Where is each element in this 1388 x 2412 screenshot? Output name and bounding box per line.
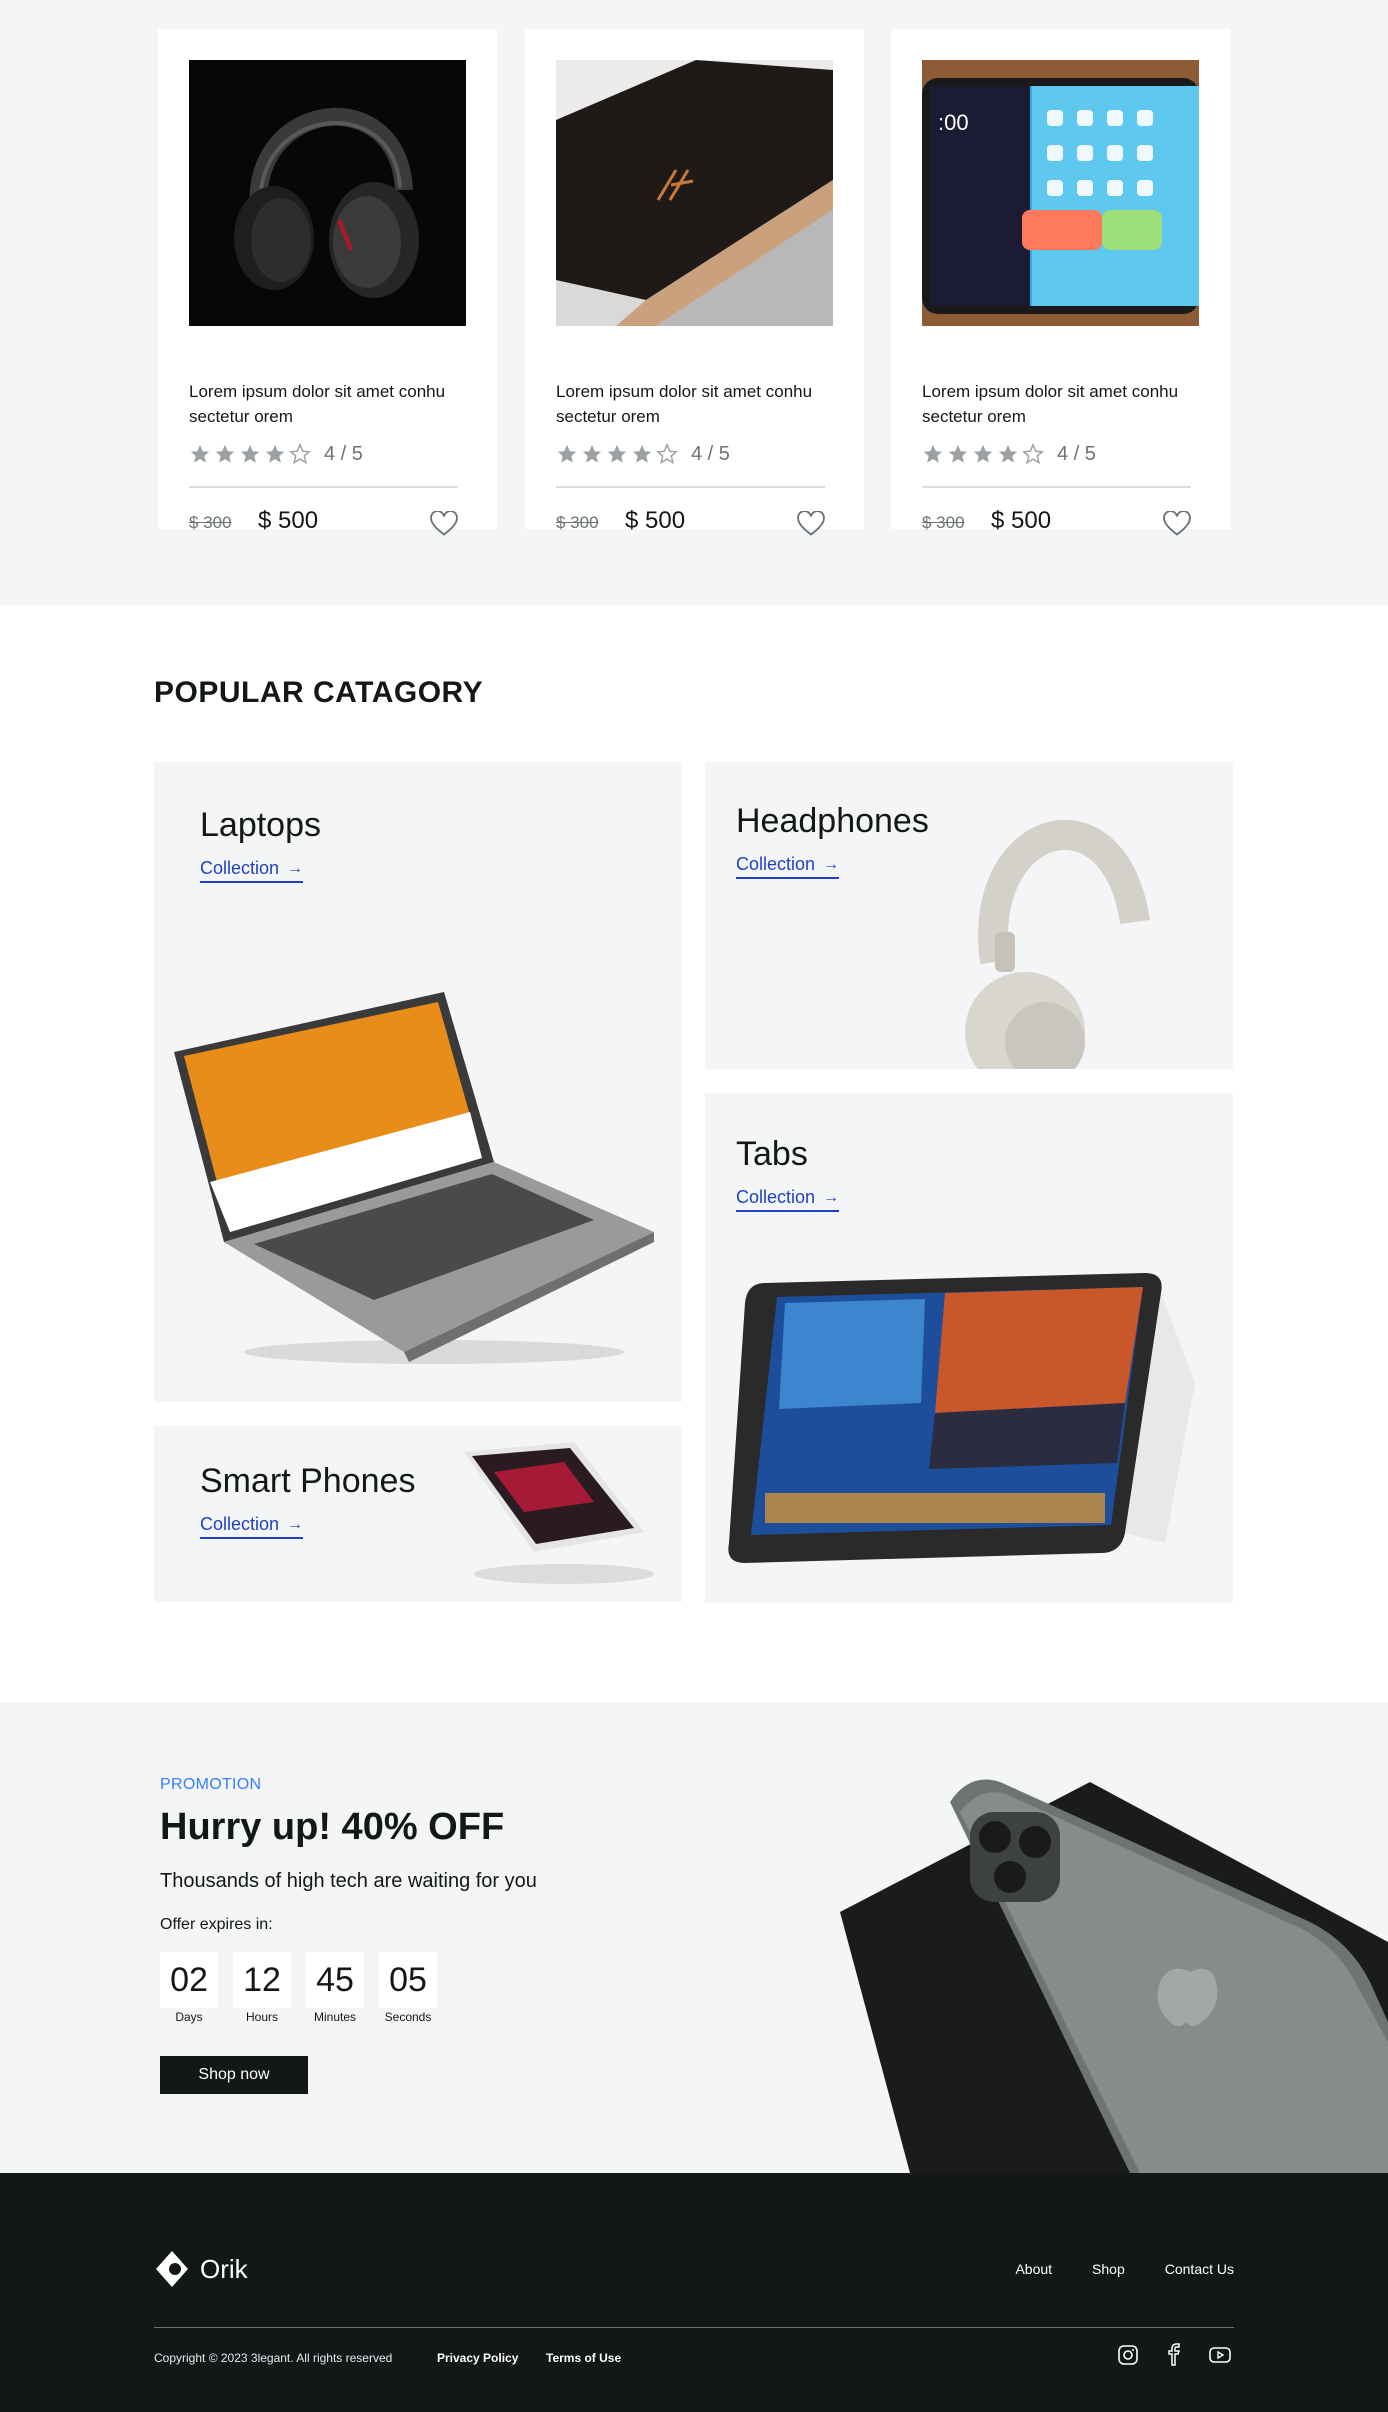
- new-price: $ 500: [258, 507, 319, 534]
- star-empty-icon: [656, 443, 678, 465]
- product-image-headphones[interactable]: [189, 60, 466, 326]
- product-title[interactable]: Lorem ipsum dolor sit amet conhu sectetu…: [556, 379, 833, 429]
- card-divider: [189, 486, 458, 488]
- old-price: $ 300: [922, 513, 965, 532]
- iphone-image: [840, 1779, 1388, 2173]
- products-section: Lorem ipsum dolor sit amet conhu sectetu…: [0, 0, 1388, 605]
- privacy-policy-link[interactable]: Privacy Policy: [437, 2351, 518, 2365]
- heart-icon[interactable]: [797, 511, 825, 537]
- headphones-image: [965, 819, 1150, 1069]
- countdown-hours: 12: [233, 1952, 291, 2008]
- category-name: Headphones: [736, 802, 929, 840]
- product-title[interactable]: Lorem ipsum dolor sit amet conhu sectetu…: [922, 379, 1199, 429]
- star-empty-icon: [289, 443, 311, 465]
- collection-link-label: Collection: [200, 858, 280, 878]
- star-filled-icon: [582, 444, 602, 463]
- arrow-right-icon: →: [823, 855, 840, 873]
- old-price: $ 300: [189, 513, 232, 532]
- star-filled-icon: [265, 444, 285, 463]
- countdown-minutes-label: Minutes: [313, 2010, 357, 2024]
- heart-icon[interactable]: [1163, 511, 1191, 537]
- countdown-minutes: 45: [306, 1952, 364, 2008]
- collection-link-label: Collection: [736, 1187, 816, 1207]
- category-tile-tabs[interactable]: Tabs Collection →: [705, 1093, 1233, 1603]
- collection-link-label: Collection: [736, 854, 816, 874]
- product-title[interactable]: Lorem ipsum dolor sit amet conhu sectetu…: [189, 379, 466, 429]
- facebook-icon[interactable]: [1162, 2343, 1186, 2367]
- arrow-right-icon: →: [287, 1515, 304, 1533]
- category-tile-laptops[interactable]: Laptops Collection →: [154, 762, 682, 1402]
- laptop-image: [174, 992, 654, 1364]
- star-filled-icon: [632, 444, 652, 463]
- terms-of-use-link[interactable]: Terms of Use: [546, 2351, 621, 2365]
- category-tile-headphones[interactable]: Headphones Collection →: [705, 762, 1233, 1069]
- product-rating: 4 / 5: [189, 442, 363, 466]
- svg-text::00: :00: [938, 110, 969, 135]
- star-filled-icon: [607, 444, 627, 463]
- tablet-image: [728, 1273, 1195, 1563]
- instagram-icon[interactable]: [1116, 2343, 1140, 2367]
- star-filled-icon: [215, 444, 235, 463]
- arrow-right-icon: →: [823, 1188, 840, 1206]
- star-filled-icon: [973, 444, 993, 463]
- new-price: $ 500: [625, 507, 686, 534]
- collection-link-label: Collection: [200, 1514, 280, 1534]
- category-name: Laptops: [200, 806, 321, 844]
- product-rating: 4 / 5: [556, 442, 730, 466]
- product-image-tablet[interactable]: :00: [922, 60, 1199, 326]
- category-tile-smart-phones[interactable]: Smart Phones Collection →: [154, 1426, 682, 1602]
- star-filled-icon: [998, 444, 1018, 463]
- shop-now-button[interactable]: Shop now: [160, 2056, 308, 2094]
- card-divider: [922, 486, 1191, 488]
- star-filled-icon: [240, 444, 260, 463]
- smartphone-image: [464, 1442, 654, 1584]
- footer: Orik About Shop Contact Us Copyright © 2…: [0, 2173, 1388, 2412]
- product-card[interactable]: :00 Lorem ipsum dolor sit amet conhu sec…: [891, 29, 1230, 536]
- product-rating: 4 / 5: [922, 442, 1096, 466]
- promotion-title: Hurry up! 40% OFF: [160, 1806, 505, 1848]
- footer-link-shop[interactable]: Shop: [1092, 2261, 1125, 2277]
- card-divider: [556, 486, 825, 488]
- arrow-right-icon: →: [287, 859, 304, 877]
- product-card[interactable]: Lorem ipsum dolor sit amet conhu sectetu…: [525, 29, 864, 536]
- star-filled-icon: [948, 444, 968, 463]
- section-title: POPULAR CATAGORY: [154, 676, 484, 709]
- category-name: Smart Phones: [200, 1462, 416, 1500]
- rating-text: 4 / 5: [1057, 442, 1096, 465]
- heart-icon[interactable]: [430, 511, 458, 537]
- copyright-text: Copyright © 2023 3legant. All rights res…: [154, 2351, 393, 2365]
- star-filled-icon: [923, 444, 943, 463]
- category-name: Tabs: [736, 1135, 808, 1173]
- old-price: $ 300: [556, 513, 599, 532]
- footer-divider: [154, 2327, 1234, 2328]
- brand-name: Orik: [200, 2253, 248, 2284]
- product-image-laptop[interactable]: [556, 60, 833, 326]
- rating-text: 4 / 5: [324, 442, 363, 465]
- product-card[interactable]: Lorem ipsum dolor sit amet conhu sectetu…: [158, 29, 497, 536]
- youtube-icon[interactable]: [1208, 2343, 1232, 2367]
- footer-link-contact[interactable]: Contact Us: [1165, 2261, 1234, 2277]
- new-price: $ 500: [991, 507, 1052, 534]
- rating-text: 4 / 5: [691, 442, 730, 465]
- countdown-days: 02: [160, 1952, 218, 2008]
- star-empty-icon: [1022, 443, 1044, 465]
- countdown-days-label: Days: [175, 2010, 203, 2024]
- offer-expires-label: Offer expires in:: [160, 1916, 273, 1933]
- countdown-seconds-label: Seconds: [384, 2010, 432, 2024]
- countdown-seconds: 05: [379, 1952, 437, 2008]
- promotion-label: PROMOTION: [160, 1776, 262, 1793]
- promotion-subtitle: Thousands of high tech are waiting for y…: [160, 1870, 537, 1892]
- collection-link[interactable]: Collection →: [200, 1514, 304, 1539]
- footer-nav: About Shop Contact Us: [1015, 2261, 1234, 2277]
- star-filled-icon: [190, 444, 210, 463]
- footer-link-about[interactable]: About: [1015, 2261, 1052, 2277]
- collection-link[interactable]: Collection →: [736, 854, 840, 879]
- collection-link[interactable]: Collection →: [736, 1187, 840, 1212]
- collection-link[interactable]: Collection →: [200, 858, 304, 883]
- promotion-banner: PROMOTION Hurry up! 40% OFF Thousands of…: [0, 1702, 1388, 2173]
- countdown-hours-label: Hours: [245, 2010, 278, 2024]
- logo-icon: [156, 2251, 188, 2287]
- star-filled-icon: [557, 444, 577, 463]
- footer-logo[interactable]: Orik: [154, 2249, 248, 2289]
